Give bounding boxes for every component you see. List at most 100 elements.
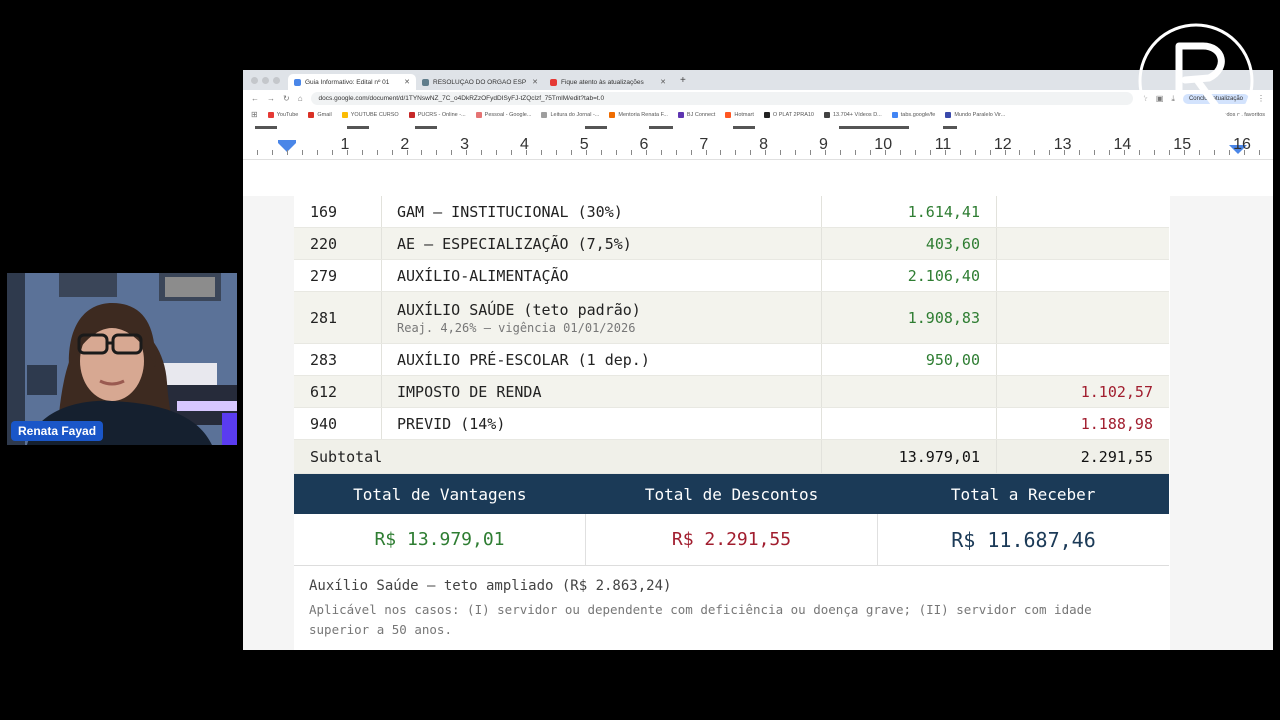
bookmark-item[interactable]: Pessoal - Google... xyxy=(475,111,531,118)
home-icon[interactable]: ⌂ xyxy=(298,94,303,103)
row-desconto: 1.188,98 xyxy=(1080,414,1153,433)
row-desconto xyxy=(997,228,1169,259)
ruler-tick xyxy=(944,150,946,155)
ruler-tick xyxy=(615,150,617,155)
row-code: 281 xyxy=(294,292,382,343)
ruler-number: 3 xyxy=(460,136,470,153)
tab-close-icon[interactable]: ✕ xyxy=(532,78,538,86)
row-vantagem: 403,60 xyxy=(822,228,997,259)
row-description-cell: AUXÍLIO-ALIMENTAÇÃO xyxy=(382,260,822,291)
row-subnote: Reaj. 4,26% — vigência 01/01/2026 xyxy=(397,320,636,335)
ruler-tick xyxy=(316,150,318,155)
bookmark-item[interactable]: YOUTUBE CURSO xyxy=(341,111,399,118)
row-vantagem: 950,00 xyxy=(822,344,997,375)
ruler-tick xyxy=(526,150,528,155)
bookmark-favicon-icon xyxy=(308,111,315,118)
ruler-tick xyxy=(705,150,707,155)
tab-title: RESOLUÇÃO DO ÓRGÃO ESP xyxy=(433,78,527,86)
bookmark-item[interactable]: 13.704+ Vídeos D... xyxy=(823,111,882,118)
ruler-number: 1 xyxy=(340,136,350,153)
subtotal-label: Subtotal xyxy=(294,440,822,473)
ruler-tick xyxy=(451,150,453,155)
row-vantagem: 2.106,40 xyxy=(822,260,997,291)
browser-tab[interactable]: RESOLUÇÃO DO ÓRGÃO ESP ✕ xyxy=(416,74,544,90)
row-desconto xyxy=(997,292,1169,343)
ruler-tick xyxy=(959,150,961,155)
bookmark-item[interactable]: Mundo Paralelo Vir... xyxy=(945,111,1005,118)
ruler-tick xyxy=(436,150,438,155)
ruler-number: 5 xyxy=(579,136,589,153)
table-row: 940 PREVID (14%) 1.188,98 xyxy=(294,408,1169,440)
ruler-tick xyxy=(1079,150,1081,155)
url-field[interactable]: docs.google.com/document/d/1TYNswNZ_7C_o… xyxy=(310,92,1133,105)
browser-tab[interactable]: Guia Informativo: Edital nº 01 ✕ xyxy=(288,74,416,90)
row-description-cell: IMPOSTO DE RENDA xyxy=(382,376,822,407)
bookmark-label: 13.704+ Vídeos D... xyxy=(832,111,882,118)
bookmark-item[interactable]: O PLAT 2PRA10 xyxy=(763,111,814,118)
ruler-tick xyxy=(286,150,288,155)
bookmark-item[interactable]: Leitura do Jornal -... xyxy=(541,111,599,118)
address-bar-row: ← → ↻ ⌂ docs.google.com/document/d/1TYNs… xyxy=(243,90,1273,107)
payslip-table: 169 GAM — INSTITUCIONAL (30%) 1.614,41 220 A… xyxy=(294,196,1169,650)
document-ruler[interactable]: 1 2 3 4 5 6 7 8 9 10 11 12 13 14 15 16 xyxy=(243,134,1273,160)
bookmarks-bar: ⊞ YouTube Gmail YOUTUBE CURSO PUCRS - Onlin… xyxy=(243,107,1273,122)
reload-icon[interactable]: ↻ xyxy=(283,94,290,103)
ruler-number: 9 xyxy=(818,136,828,153)
document-canvas: 169 GAM — INSTITUCIONAL (30%) 1.614,41 220 A… xyxy=(243,196,1273,650)
ruler-tick xyxy=(1228,150,1230,155)
back-icon[interactable]: ← xyxy=(251,94,259,103)
minimize-window-button[interactable] xyxy=(262,77,269,84)
ruler-tick xyxy=(1109,150,1111,155)
total-descontos-value: R$ 2.291,55 xyxy=(586,514,878,565)
row-description-cell: AE — ESPECIALIZAÇÃO (7,5%) xyxy=(382,228,822,259)
total-receber-header: Total a Receber xyxy=(950,484,1096,504)
bookmark-item[interactable]: PUCRS - Online -... xyxy=(408,111,466,118)
ruler-number: 12 xyxy=(993,136,1012,153)
row-description-cell: PREVID (14%) xyxy=(382,408,822,439)
maximize-window-button[interactable] xyxy=(273,77,280,84)
row-description: AUXÍLIO SAÚDE (teto padrão) xyxy=(397,300,641,319)
ruler-tick xyxy=(825,150,827,155)
table-row: 279 AUXÍLIO-ALIMENTAÇÃO 2.106,40 xyxy=(294,260,1169,292)
forward-icon[interactable]: → xyxy=(267,94,275,103)
ruler-tick xyxy=(271,150,273,155)
ruler-tick xyxy=(391,150,393,155)
apps-grid-icon[interactable]: ⊞ xyxy=(251,110,258,119)
bookmark-favicon-icon xyxy=(609,111,616,118)
total-receber-value: R$ 11.687,46 xyxy=(951,527,1096,552)
bookmark-favicon-icon xyxy=(408,111,415,118)
tabs-container: Guia Informativo: Edital nº 01 ✕ RESOLUÇÃO… xyxy=(288,74,672,90)
ruler-tick xyxy=(1004,150,1006,155)
bookmark-item[interactable]: tabs.google/fe xyxy=(891,111,935,118)
close-window-button[interactable] xyxy=(251,77,258,84)
row-code: 220 xyxy=(294,228,382,259)
bookmark-favicon-icon xyxy=(891,111,898,118)
new-tab-button[interactable]: + xyxy=(672,75,694,90)
bookmark-item[interactable]: YouTube xyxy=(267,111,299,118)
ruler-tick xyxy=(929,150,931,155)
ruler-tick xyxy=(765,150,767,155)
tab-strip: Guia Informativo: Edital nº 01 ✕ RESOLUÇÃO… xyxy=(243,70,1273,90)
row-vantagem: 1.614,41 xyxy=(822,196,997,227)
ruler-tick xyxy=(989,150,991,155)
ruler-tick xyxy=(331,150,333,155)
total-descontos-header: Total de Descontos xyxy=(644,484,819,504)
bookmark-item[interactable]: Mentoria Renata F... xyxy=(609,111,668,118)
row-description: AE — ESPECIALIZAÇÃO (7,5%) xyxy=(397,234,632,253)
bookmark-label: PUCRS - Online -... xyxy=(417,111,466,118)
bookmark-item[interactable]: Gmail xyxy=(308,111,332,118)
browser-tab[interactable]: Fique atento às atualizações ✕ xyxy=(544,74,672,90)
table-row: 281 AUXÍLIO SAÚDE (teto padrão) Reaj. 4,26… xyxy=(294,292,1169,344)
bookmark-item[interactable]: Hotmart xyxy=(725,111,754,118)
row-desconto xyxy=(997,344,1169,375)
bookmark-label: YouTube xyxy=(276,111,299,118)
ruler-tick xyxy=(735,150,737,155)
bookmark-item[interactable]: BJ Connect xyxy=(677,111,715,118)
browser-window: Guia Informativo: Edital nº 01 ✕ RESOLUÇÃO… xyxy=(243,70,1273,650)
more-menu-icon[interactable]: ⋮ xyxy=(1257,94,1265,103)
ruler-tick xyxy=(630,150,632,155)
tab-close-icon[interactable]: ✕ xyxy=(404,78,410,86)
tab-close-icon[interactable]: ✕ xyxy=(660,78,666,86)
row-description-cell: GAM — INSTITUCIONAL (30%) xyxy=(382,196,822,227)
totals-header: Total de Vantagens Total de Descontos To… xyxy=(294,474,1169,514)
